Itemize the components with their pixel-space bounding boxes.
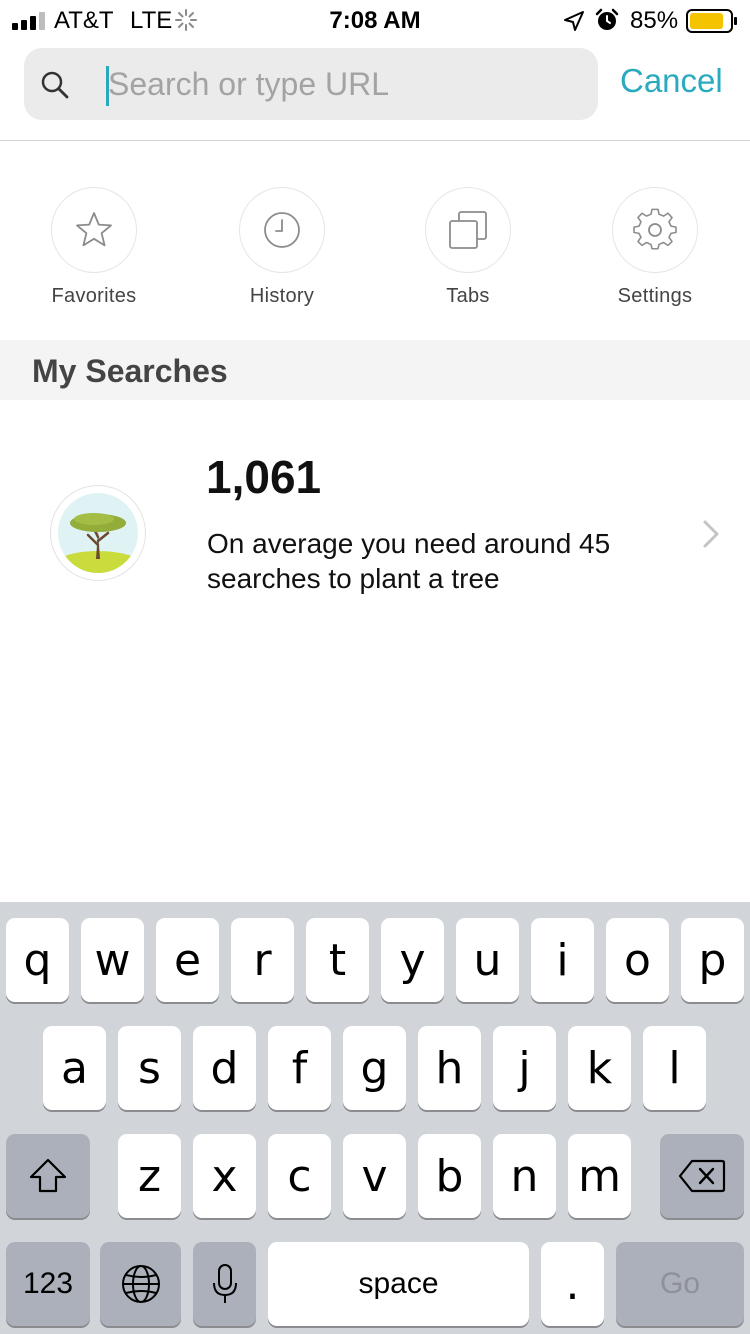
key-f[interactable]: f [268, 1026, 331, 1110]
settings-circle[interactable] [612, 187, 698, 273]
go-key[interactable]: Go [616, 1242, 744, 1326]
key-z[interactable]: z [118, 1134, 181, 1218]
shortcut-tabs[interactable]: Tabs [388, 187, 548, 308]
my-searches-header: My Searches [0, 340, 750, 400]
key-v[interactable]: v [343, 1134, 406, 1218]
search-count: 1,061 [206, 451, 322, 503]
shortcut-settings[interactable]: Settings [575, 187, 735, 308]
favorites-circle[interactable] [51, 187, 137, 273]
star-icon [76, 212, 112, 247]
key-d[interactable]: d [193, 1026, 256, 1110]
shift-icon [29, 1158, 67, 1193]
key-e[interactable]: e [156, 918, 219, 1002]
battery-icon [686, 9, 737, 33]
key-p[interactable]: p [681, 918, 744, 1002]
key-k[interactable]: k [568, 1026, 631, 1110]
search-header: Cancel [0, 40, 750, 141]
search-count-card[interactable]: 1,061 On average you need around 45 sear… [0, 400, 750, 600]
shortcut-label: Favorites [51, 285, 137, 307]
key-c[interactable]: c [268, 1134, 331, 1218]
battery-percent: 85% [630, 7, 679, 34]
key-q[interactable]: q [6, 918, 69, 1002]
key-t[interactable]: t [306, 918, 369, 1002]
key-i[interactable]: i [531, 918, 594, 1002]
key-r[interactable]: r [231, 918, 294, 1002]
period-key[interactable]: . [541, 1242, 604, 1326]
search-input[interactable] [108, 58, 588, 110]
key-m[interactable]: m [568, 1134, 631, 1218]
space-key[interactable]: space [268, 1242, 529, 1326]
keyboard: q w e r t y u i o p a s d f g h j k l z … [0, 902, 750, 1334]
key-h[interactable]: h [418, 1026, 481, 1110]
key-a[interactable]: a [43, 1026, 106, 1110]
search-description: On average you need around 45 searches t… [207, 528, 611, 594]
key-w[interactable]: w [81, 918, 144, 1002]
tabs-circle[interactable] [425, 187, 511, 273]
globe-key[interactable] [100, 1242, 181, 1326]
cancel-button[interactable]: Cancel [620, 62, 723, 100]
status-bar: AT&T LTE 7:08 AM 85% [0, 0, 750, 40]
backspace-icon [678, 1159, 726, 1193]
tree-badge [50, 485, 146, 581]
clock-icon [264, 212, 300, 248]
key-n[interactable]: n [493, 1134, 556, 1218]
shortcut-favorites[interactable]: Favorites [14, 187, 174, 308]
shortcut-history[interactable]: History [202, 187, 362, 308]
tree-icon [58, 493, 138, 573]
key-s[interactable]: s [118, 1026, 181, 1110]
shortcut-label: Settings [617, 285, 693, 307]
key-u[interactable]: u [456, 918, 519, 1002]
key-o[interactable]: o [606, 918, 669, 1002]
search-icon [41, 71, 69, 99]
key-y[interactable]: y [381, 918, 444, 1002]
gear-icon [633, 208, 677, 250]
key-l[interactable]: l [643, 1026, 706, 1110]
dictation-key[interactable] [193, 1242, 256, 1326]
numbers-key[interactable]: 123 [6, 1242, 90, 1326]
section-title: My Searches [32, 353, 228, 389]
backspace-key[interactable] [660, 1134, 744, 1218]
tabs-icon [449, 211, 487, 249]
alarm-icon [595, 8, 619, 30]
history-circle[interactable] [239, 187, 325, 273]
globe-icon [121, 1265, 160, 1303]
shortcut-label: History [249, 285, 315, 307]
key-x[interactable]: x [193, 1134, 256, 1218]
microphone-icon [212, 1264, 237, 1303]
shift-key[interactable] [6, 1134, 90, 1218]
key-j[interactable]: j [493, 1026, 556, 1110]
shortcut-row: Favorites History Tabs Settings [0, 141, 750, 340]
location-arrow-icon [564, 11, 584, 31]
key-g[interactable]: g [343, 1026, 406, 1110]
key-b[interactable]: b [418, 1134, 481, 1218]
shortcut-label: Tabs [446, 285, 490, 307]
chevron-right-icon[interactable] [700, 518, 722, 550]
search-bar[interactable] [24, 48, 598, 120]
